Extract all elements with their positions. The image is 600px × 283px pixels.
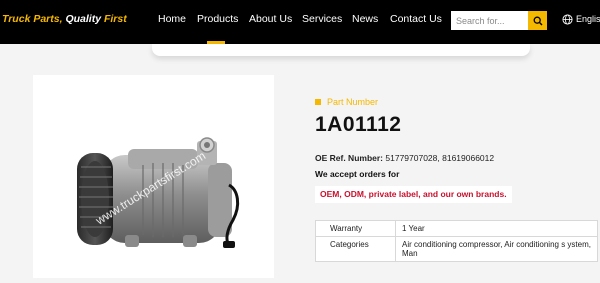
nav-contact-us[interactable]: Contact Us <box>390 13 442 25</box>
oe-value: 51779707028, 81619066012 <box>385 153 495 163</box>
nav-products[interactable]: Products <box>197 13 238 25</box>
site-header: Truck Parts, Quality First Home Products… <box>0 0 600 44</box>
logo-text-main: Truck Parts, <box>2 13 63 25</box>
site-logo[interactable]: Truck Parts, Quality First <box>2 13 127 25</box>
oe-label: OE Ref. Number: <box>315 153 384 163</box>
nav-news[interactable]: News <box>352 13 378 25</box>
search-button[interactable] <box>528 11 547 30</box>
oe-reference: OE Ref. Number: 51779707028, 81619066012 <box>315 153 494 163</box>
product-image-panel[interactable]: www.truckpartsfirst.com <box>33 75 274 278</box>
spec-key-warranty: Warranty <box>315 220 396 237</box>
spec-value-warranty: 1 Year <box>395 220 598 237</box>
table-row: Categories Air conditioning compressor, … <box>315 236 598 262</box>
accept-orders-text: We accept orders for <box>315 169 400 179</box>
nav-services[interactable]: Services <box>302 13 342 25</box>
oem-brands-banner: OEM, ODM, private label, and our own bra… <box>315 186 512 203</box>
spec-key-categories: Categories <box>315 236 396 262</box>
logo-text-end: First <box>103 13 127 25</box>
ac-compressor-image: www.truckpartsfirst.com <box>77 137 240 248</box>
nav-dropdown-panel <box>152 44 530 56</box>
spec-table: Warranty 1 Year Categories Air condition… <box>315 220 598 262</box>
bullet-square <box>315 99 321 105</box>
search-icon <box>533 16 542 25</box>
spec-value-categories: Air conditioning compressor, Air conditi… <box>395 236 598 262</box>
globe-icon <box>562 14 573 25</box>
nav-home[interactable]: Home <box>158 13 186 25</box>
nav-about-us[interactable]: About Us <box>249 13 292 25</box>
part-number-label: Part Number <box>327 97 379 107</box>
part-number-value: 1A01112 <box>315 113 402 136</box>
table-row: Warranty 1 Year <box>315 220 598 237</box>
search-input[interactable] <box>451 11 528 30</box>
logo-text-accent: Quality <box>65 13 102 25</box>
language-selector[interactable]: English <box>576 14 600 24</box>
